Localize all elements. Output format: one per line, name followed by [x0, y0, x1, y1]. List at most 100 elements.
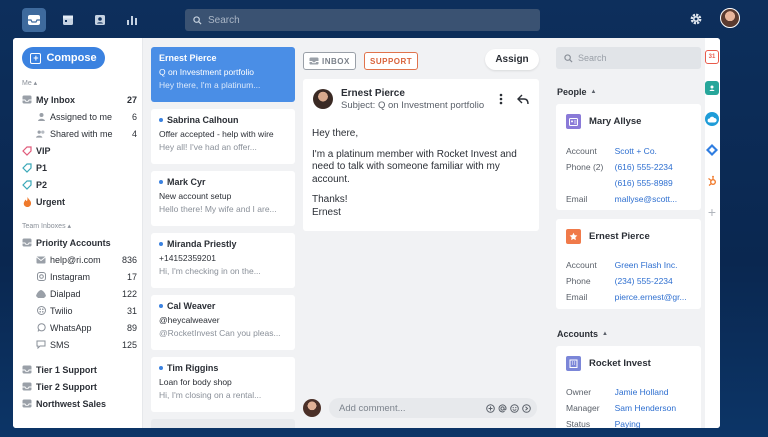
sidebar-item-instagram[interactable]: Instagram 17 — [36, 269, 137, 284]
inbox-icon — [22, 95, 32, 105]
conversation-item-placeholder — [151, 419, 295, 428]
context-panel: People▲ Mary Allyse AccountScott + Co. P… — [545, 38, 705, 428]
inbox-tag[interactable]: INBOX — [303, 52, 356, 70]
contacts-integration-icon[interactable] — [705, 81, 719, 95]
send-icon[interactable] — [522, 403, 531, 413]
sidebar-item-assigned[interactable]: Assigned to me 6 — [36, 109, 137, 124]
sidebar-item-help-email[interactable]: help@ri.com 836 — [36, 252, 137, 267]
sidebar-item-sms[interactable]: SMS 125 — [36, 337, 137, 352]
people-section-header[interactable]: People ▲ — [557, 87, 596, 97]
building-icon — [566, 356, 581, 371]
conversation-item[interactable]: Sabrina Calhoun Offer accepted - help wi… — [151, 109, 295, 164]
star-icon — [566, 229, 581, 244]
compose-label: Compose — [46, 52, 97, 64]
comment-input[interactable] — [339, 402, 479, 414]
conversation-subject: Loan for body shop — [159, 377, 232, 387]
person-email-link[interactable]: mallyse@scott... — [615, 194, 696, 204]
fire-icon — [22, 196, 32, 207]
conversation-list: Ernest Pierce Q on Investment portfolio … — [143, 38, 295, 428]
account-manager-link[interactable]: Sam Henderson — [615, 403, 696, 413]
hubspot-icon[interactable] — [705, 174, 719, 188]
conversation-item[interactable]: Ernest Pierce Q on Investment portfolio … — [151, 47, 295, 102]
dialpad-icon — [36, 289, 46, 299]
sidebar-item-shared[interactable]: Shared with me 4 — [36, 126, 137, 141]
account-owner-link[interactable]: Jamie Holland — [615, 387, 696, 397]
more-vertical-icon — [499, 93, 503, 105]
accounts-section-header[interactable]: Accounts ▲ — [557, 329, 608, 339]
mention-icon[interactable] — [498, 403, 507, 413]
person-account-link[interactable]: Green Flash Inc. — [615, 260, 696, 270]
conversation-preview: Hi, I'm checking in on the... — [159, 266, 261, 276]
conversation-subject: New account setup — [159, 191, 232, 201]
inbox-icon — [22, 365, 32, 375]
user-avatar[interactable] — [720, 8, 740, 28]
sidebar-item-my-inbox[interactable]: My Inbox 27 — [22, 92, 137, 107]
add-integration-button[interactable]: + — [705, 204, 719, 220]
diamond-integration-icon[interactable] — [705, 143, 719, 157]
global-search-input[interactable] — [208, 14, 508, 26]
contact-card-icon — [566, 114, 581, 129]
unread-dot-icon — [159, 304, 163, 308]
context-search[interactable] — [556, 47, 701, 69]
conversation-item[interactable]: Cal Weaver @heycalweaver @RocketInvest C… — [151, 295, 295, 350]
settings-button[interactable] — [689, 12, 703, 31]
comment-box[interactable] — [329, 398, 537, 418]
chat-bubble-icon — [36, 340, 46, 350]
person-phone-link[interactable]: (234) 555-2234 — [615, 276, 696, 286]
support-tag[interactable]: SUPPORT — [364, 52, 419, 70]
person-phone-link[interactable]: (616) 555-2234 — [615, 162, 696, 172]
bar-chart-icon — [127, 16, 137, 25]
conversation-item[interactable]: Miranda Priestly +14152359201 Hi, I'm ch… — [151, 233, 295, 288]
salesforce-cloud-icon[interactable] — [705, 112, 719, 126]
sender-avatar — [313, 89, 333, 109]
conversation-item[interactable]: Tim Riggins Loan for body shop Hi, I'm c… — [151, 357, 295, 412]
sidebar-item-urgent[interactable]: Urgent — [22, 194, 137, 209]
person-phone-link[interactable]: (616) 555-8989 — [615, 178, 696, 188]
global-search[interactable] — [185, 9, 540, 31]
reply-button[interactable] — [517, 92, 529, 110]
sidebar-item-tier1[interactable]: Tier 1 Support — [22, 362, 137, 377]
person-email-link[interactable]: pierce.ernest@gr... — [615, 292, 696, 302]
unread-dot-icon — [159, 118, 163, 122]
add-circle-icon[interactable] — [486, 403, 495, 413]
caret-up-icon: ▲ — [602, 331, 608, 337]
conversation-preview: Hey there, I'm a platinum... — [159, 80, 261, 90]
conversation-item[interactable]: Mark Cyr New account setup Hello there! … — [151, 171, 295, 226]
account-card[interactable]: Rocket Invest Owner Jamie Holland Manager… — [556, 346, 701, 428]
instagram-icon — [36, 272, 46, 282]
calendar-nav-button[interactable] — [56, 8, 80, 32]
sidebar-item-p2[interactable]: P2 — [22, 177, 137, 192]
inbox-icon — [22, 382, 32, 392]
person-icon — [36, 112, 46, 122]
contacts-nav-button[interactable] — [88, 8, 112, 32]
calendar-integration-icon[interactable]: 31 — [705, 50, 719, 64]
app-window: + Compose Me ▴ My Inbox 27 Assigned to m… — [13, 38, 720, 428]
commenter-avatar — [303, 399, 321, 417]
compose-button[interactable]: + Compose — [22, 47, 105, 69]
gear-icon — [690, 13, 702, 25]
analytics-nav-button[interactable] — [120, 8, 144, 32]
emoji-icon[interactable] — [510, 403, 519, 413]
context-search-input[interactable] — [578, 53, 688, 63]
sidebar-item-northwest-sales[interactable]: Northwest Sales — [22, 396, 137, 411]
more-options-button[interactable] — [499, 92, 503, 110]
person-account-link[interactable]: Scott + Co. — [615, 146, 696, 156]
message-signature: Ernest — [312, 206, 341, 218]
me-section-label: Me ▴ — [22, 80, 38, 87]
twilio-icon — [36, 306, 46, 316]
message-body: Hey there, I'm a platinum member with Ro… — [312, 128, 538, 219]
unread-dot-icon — [159, 242, 163, 246]
whatsapp-icon — [36, 323, 46, 333]
account-status: Paying — [614, 419, 641, 428]
sidebar-item-dialpad[interactable]: Dialpad 122 — [36, 286, 137, 301]
sidebar-item-priority-accounts[interactable]: Priority Accounts — [22, 235, 137, 250]
sidebar-item-p1[interactable]: P1 — [22, 160, 137, 175]
sidebar-item-twilio[interactable]: Twilio 31 — [36, 303, 137, 318]
sidebar-item-whatsapp[interactable]: WhatsApp 89 — [36, 320, 137, 335]
person-card[interactable]: Ernest Pierce Account Green Flash Inc. Ph… — [556, 219, 701, 309]
person-card[interactable]: Mary Allyse Account Scott + Co. Phone (2)… — [556, 104, 701, 210]
assign-button[interactable]: Assign — [485, 49, 539, 70]
inbox-nav-button[interactable] — [22, 8, 46, 32]
sidebar-item-vip[interactable]: VIP — [22, 143, 137, 158]
sidebar-item-tier2[interactable]: Tier 2 Support — [22, 379, 137, 394]
